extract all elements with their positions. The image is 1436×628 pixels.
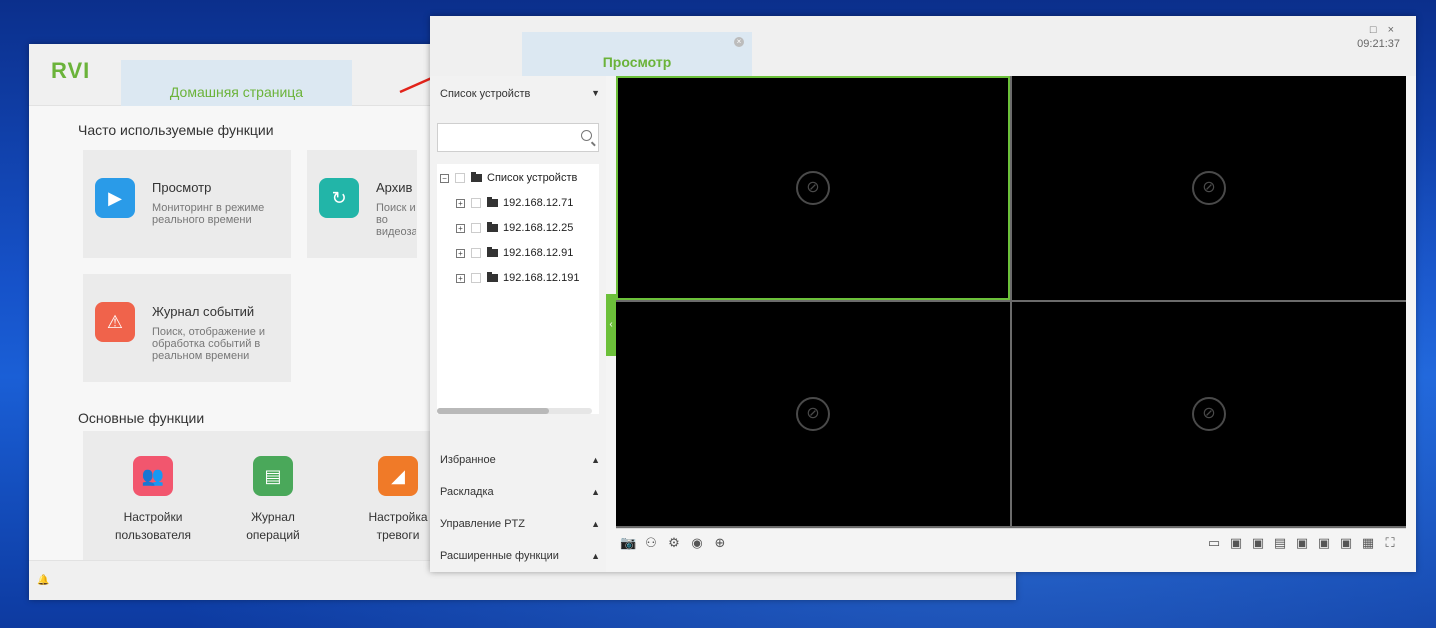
camera-off-icon: ⊘ [796, 171, 830, 205]
camera-off-icon: ⊘ [1192, 397, 1226, 431]
checkbox[interactable] [471, 248, 481, 258]
folder-icon [487, 197, 498, 207]
toolbar-left-group: 📷 ⚇ ⚙ ◉ ⊕ [620, 535, 728, 551]
play-icon: ▶ [95, 178, 135, 218]
monitor-2-icon[interactable]: ▣ [1316, 535, 1332, 551]
clock: 09:21:37 [1357, 38, 1400, 50]
basic-item-label: Журнал операций [246, 510, 300, 542]
preview-titlebar: Просмотр × □ × 09:21:37 [430, 16, 1416, 76]
grid-layout-icon[interactable]: ▦ [1360, 535, 1376, 551]
document-icon: ▤ [253, 456, 293, 496]
talk-icon[interactable]: ⚙ [666, 535, 682, 551]
alarm-icon: ◢ [378, 456, 418, 496]
expand-icon[interactable]: + [456, 198, 465, 208]
tile-title: Журнал событий [152, 304, 255, 319]
video-cell-3[interactable]: ⊘ [616, 302, 1010, 526]
device-panel: Список устройств ▼ − Список устройств + … [430, 76, 606, 572]
section-layout[interactable]: Раскладка ▲ [440, 486, 600, 498]
basic-item-operation-log[interactable]: ▤ Журнал операций [218, 456, 328, 544]
tree-item-device[interactable]: + 192.168.12.91 [456, 245, 573, 261]
rvi-logo: RVI [51, 58, 91, 83]
caret-up-icon: ▲ [591, 519, 600, 529]
monitor-3-icon[interactable]: ▣ [1338, 535, 1354, 551]
tile-desc: Мониторинг в режиме реального времени [152, 202, 265, 226]
zoom-icon[interactable]: ⊕ [712, 535, 728, 551]
caret-up-icon: ▲ [591, 487, 600, 497]
layout-2-icon[interactable]: ▣ [1250, 535, 1266, 551]
save-layout-icon[interactable]: ▭ [1206, 535, 1222, 551]
collapse-icon[interactable]: − [440, 173, 449, 183]
replay-icon: ↻ [319, 178, 359, 218]
window-controls[interactable]: □ × [1370, 24, 1398, 36]
caret-up-icon: ▲ [591, 551, 600, 561]
users-icon: 👥 [133, 456, 173, 496]
tree-root[interactable]: − Список устройств [440, 170, 577, 186]
checkbox[interactable] [471, 198, 481, 208]
expand-icon[interactable]: + [456, 248, 465, 258]
snapshot-icon[interactable]: 📷 [620, 535, 636, 551]
video-cell-4[interactable]: ⊘ [1012, 302, 1406, 526]
section-advanced-functions[interactable]: Расширенные функции ▲ [440, 550, 600, 562]
video-toolbar: 📷 ⚇ ⚙ ◉ ⊕ ▭ ▣ ▣ ▤ ▣ ▣ ▣ ▦ ⛶ [616, 528, 1406, 568]
tree-horizontal-scrollbar[interactable] [437, 408, 592, 414]
caret-down-icon: ▼ [591, 88, 600, 98]
preview-window: Просмотр × □ × 09:21:37 Список устройств… [430, 16, 1416, 572]
basic-functions-title: Основные функции [78, 410, 205, 426]
section-ptz-control[interactable]: Управление PTZ ▲ [440, 518, 600, 530]
scrollbar-thumb[interactable] [437, 408, 549, 414]
expand-icon[interactable]: + [456, 223, 465, 233]
basic-item-user-settings[interactable]: 👥 Настройки пользователя [98, 456, 208, 544]
device-search-input[interactable] [437, 123, 599, 152]
fullscreen-icon[interactable]: ⛶ [1382, 535, 1398, 551]
layout-1-icon[interactable]: ▣ [1228, 535, 1244, 551]
close-tab-icon[interactable]: × [734, 37, 744, 47]
tile-event-log[interactable]: ⚠ Журнал событий Поиск, отображение и об… [83, 274, 291, 382]
record-icon[interactable]: ⚇ [643, 535, 659, 551]
warning-icon: ⚠ [95, 302, 135, 342]
tile-desc: Поиск и во видеозапи [376, 202, 416, 238]
toolbar-right-group: ▭ ▣ ▣ ▤ ▣ ▣ ▣ ▦ ⛶ [1206, 535, 1398, 551]
monitor-1-icon[interactable]: ▣ [1294, 535, 1310, 551]
checkbox[interactable] [471, 273, 481, 283]
expand-icon[interactable]: + [456, 273, 465, 283]
folder-icon [487, 272, 498, 282]
tile-title: Просмотр [152, 180, 212, 195]
checkbox[interactable] [471, 223, 481, 233]
device-tree: − Список устройств + 192.168.12.71 + 192… [437, 164, 599, 414]
camera-off-icon: ⊘ [796, 397, 830, 431]
section-favorites[interactable]: Избранное ▲ [440, 454, 600, 466]
tab-home[interactable]: Домашняя страница [121, 60, 352, 106]
bell-icon[interactable]: 🔔 [37, 575, 49, 586]
caret-up-icon: ▲ [591, 455, 600, 465]
audio-icon[interactable]: ◉ [689, 535, 705, 551]
frequent-functions-title: Часто используемые функции [78, 122, 274, 138]
folder-icon [487, 222, 498, 232]
tree-item-device[interactable]: + 192.168.12.25 [456, 220, 573, 236]
collapse-panel-handle[interactable]: ‹ [606, 294, 616, 356]
tile-preview[interactable]: ▶ Просмотр Мониторинг в режиме реального… [83, 150, 291, 258]
tree-item-device[interactable]: + 192.168.12.191 [456, 270, 579, 286]
tile-title: Архив [376, 180, 413, 195]
folder-icon [471, 172, 482, 182]
search-icon[interactable] [581, 130, 592, 141]
video-cell-1[interactable]: ⊘ [616, 76, 1010, 300]
tile-desc: Поиск, отображение и обработка событий в… [152, 326, 266, 362]
basic-functions-area: 👥 Настройки пользователя ▤ Журнал операций… [83, 431, 453, 561]
tab-preview[interactable]: Просмотр × [522, 32, 752, 76]
tile-archive[interactable]: ↻ Архив Поиск и во видеозапи [307, 150, 417, 258]
checkbox[interactable] [455, 173, 465, 183]
folder-icon [487, 247, 498, 257]
camera-off-icon: ⊘ [1192, 171, 1226, 205]
video-grid: ⊘ ⊘ ⊘ ⊘ [616, 76, 1406, 528]
layout-list-icon[interactable]: ▤ [1272, 535, 1288, 551]
video-cell-2[interactable]: ⊘ [1012, 76, 1406, 300]
device-list-dropdown[interactable]: Список устройств ▼ [440, 88, 600, 100]
tree-item-device[interactable]: + 192.168.12.71 [456, 195, 573, 211]
basic-item-label: Настройки пользователя [115, 510, 191, 542]
